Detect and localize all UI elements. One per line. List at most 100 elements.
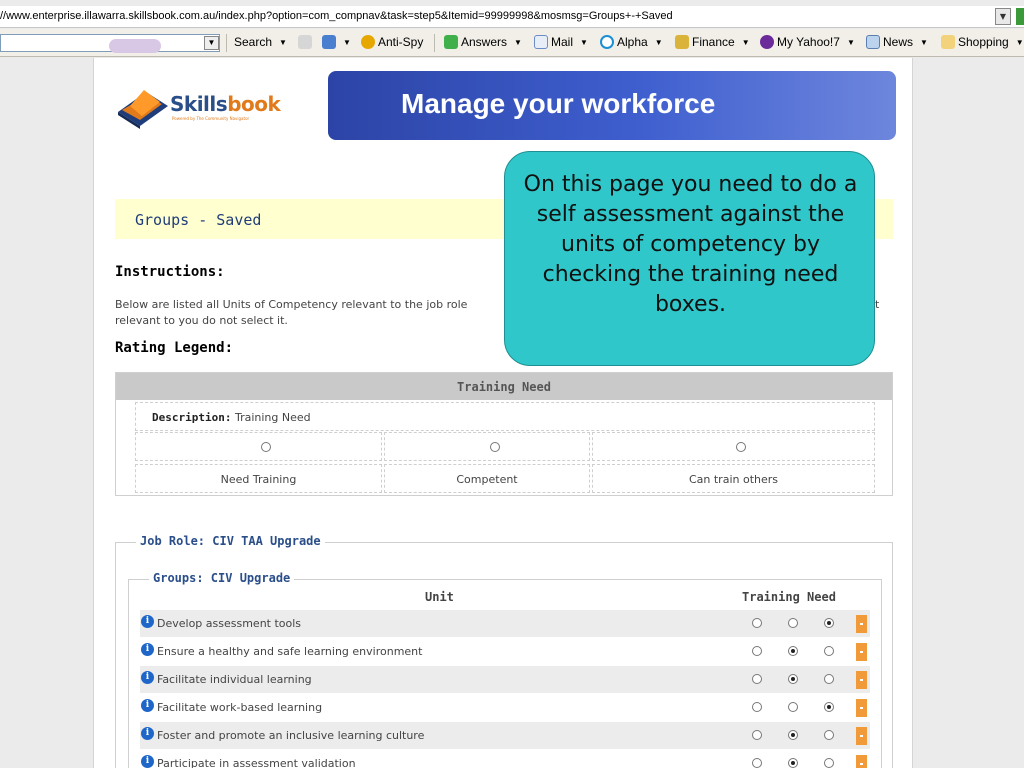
group-title: Groups: CIV Upgrade: [149, 571, 295, 585]
unit-row: i Participate in assessment validation: [140, 750, 870, 768]
yahoo-logo-icon: [109, 39, 161, 53]
address-dropdown-button[interactable]: ▼: [995, 8, 1011, 25]
legend-option-label: Need Training: [135, 464, 382, 493]
toolbar-window-button[interactable]: ▼: [322, 35, 351, 49]
unit-name: Ensure a healthy and safe learning envir…: [157, 645, 423, 658]
chevron-down-icon[interactable]: ▼: [514, 38, 522, 47]
expand-tab-button[interactable]: [856, 699, 867, 717]
shopping-bag-icon: [941, 35, 955, 49]
expand-tab-button[interactable]: [856, 615, 867, 633]
pencil-icon[interactable]: [298, 35, 312, 49]
toolbar-item-label: Anti-Spy: [378, 35, 424, 49]
info-icon[interactable]: i: [141, 699, 154, 712]
radio-can-train-others[interactable]: [824, 646, 834, 656]
toolbar-mail[interactable]: Mail ▼: [534, 35, 588, 49]
status-message: Groups - Saved: [135, 211, 262, 229]
answers-icon: [444, 35, 458, 49]
unit-row: i Ensure a healthy and safe learning envi…: [140, 638, 870, 665]
radio-need-training[interactable]: [752, 730, 762, 740]
radio-competent[interactable]: [788, 730, 798, 740]
legend-header: Training Need: [116, 373, 892, 400]
unit-name: Participate in assessment validation: [157, 757, 356, 768]
job-role-title: Job Role: CIV TAA Upgrade: [136, 534, 325, 548]
legend-header-label: Training Need: [457, 380, 551, 394]
toolbar-item-label: Alpha: [617, 35, 648, 49]
toolbar-news[interactable]: News ▼: [866, 35, 928, 49]
radio-can-train-others[interactable]: [824, 674, 834, 684]
radio-can-train-others[interactable]: [824, 702, 834, 712]
instructions-text-line1: Below are listed all Units of Competency…: [115, 298, 468, 311]
info-icon[interactable]: i: [141, 643, 154, 656]
unit-name: Develop assessment tools: [157, 617, 302, 630]
logo-wordmark: Skillsbook: [170, 92, 281, 116]
toolbar-search-button[interactable]: Search ▼: [234, 35, 287, 49]
news-icon: [866, 35, 880, 49]
chevron-down-icon[interactable]: ▼: [279, 38, 287, 47]
toolbar-alpha[interactable]: Alpha ▼: [600, 35, 663, 49]
radio-need-training[interactable]: [752, 702, 762, 712]
column-header-unit: Unit: [425, 590, 454, 604]
chevron-down-icon[interactable]: ▼: [742, 38, 750, 47]
toolbar-item-label: Shopping: [958, 35, 1009, 49]
go-button[interactable]: [1016, 8, 1024, 25]
legend-radio-need-training: [261, 442, 271, 452]
info-icon[interactable]: i: [141, 615, 154, 628]
radio-competent[interactable]: [788, 618, 798, 628]
expand-tab-button[interactable]: [856, 755, 867, 768]
chevron-down-icon[interactable]: ▼: [580, 38, 588, 47]
radio-can-train-others[interactable]: [824, 730, 834, 740]
address-bar[interactable]: //www.enterprise.illawarra.skillsbook.co…: [0, 6, 1024, 28]
legend-radio-cell: [592, 432, 875, 461]
rating-legend-heading: Rating Legend:: [115, 340, 234, 356]
legend-option-label: Can train others: [592, 464, 875, 493]
address-text[interactable]: //www.enterprise.illawarra.skillsbook.co…: [0, 10, 673, 22]
mail-icon: [534, 35, 548, 49]
toolbar-item-label: My Yahoo!7: [777, 35, 840, 49]
column-header-training-need: Training Need: [742, 590, 836, 604]
instruction-callout: On this page you need to do a self asses…: [504, 151, 875, 366]
radio-competent[interactable]: [788, 758, 798, 768]
toolbar-answers[interactable]: Answers ▼: [444, 35, 522, 49]
instructions-text-line2: relevant to you do not select it.: [115, 314, 288, 327]
radio-can-train-others[interactable]: [824, 618, 834, 628]
expand-tab-button[interactable]: [856, 643, 867, 661]
radio-need-training[interactable]: [752, 674, 762, 684]
alpha-icon: [600, 35, 614, 49]
toolbar-anti-spy[interactable]: Anti-Spy: [361, 35, 423, 49]
skillsbook-logo[interactable]: Skillsbook Powered by The Community Navi…: [116, 82, 281, 130]
legend-radio-cell: [135, 432, 382, 461]
legend-radio-competent: [490, 442, 500, 452]
chevron-down-icon[interactable]: ▼: [343, 38, 351, 47]
toolbar-shopping[interactable]: Shopping ▼: [941, 35, 1024, 49]
radio-need-training[interactable]: [752, 758, 762, 768]
expand-tab-button[interactable]: [856, 727, 867, 745]
toolbar-search-input[interactable]: ▼: [0, 34, 220, 53]
radio-need-training[interactable]: [752, 646, 762, 656]
book-logo-icon: [118, 90, 168, 129]
my-yahoo-icon: [760, 35, 774, 49]
instructions-heading: Instructions:: [115, 264, 225, 280]
toolbar-item-label: Mail: [551, 35, 574, 49]
radio-can-train-others[interactable]: [824, 758, 834, 768]
unit-name: Facilitate individual learning: [157, 673, 312, 686]
toolbar-finance[interactable]: Finance ▼: [675, 35, 750, 49]
radio-competent[interactable]: [788, 702, 798, 712]
chevron-down-icon[interactable]: ▼: [920, 38, 928, 47]
expand-tab-button[interactable]: [856, 671, 867, 689]
radio-need-training[interactable]: [752, 618, 762, 628]
callout-text: On this page you need to do a self asses…: [523, 172, 858, 317]
info-icon[interactable]: i: [141, 671, 154, 684]
radio-competent[interactable]: [788, 646, 798, 656]
toolbar-my-yahoo[interactable]: My Yahoo!7 ▼: [760, 35, 855, 49]
legend-option-label: Competent: [384, 464, 590, 493]
unit-name: Foster and promote an inclusive learning…: [157, 729, 425, 742]
info-icon[interactable]: i: [141, 727, 154, 740]
chevron-down-icon[interactable]: ▼: [655, 38, 663, 47]
anti-spy-icon: [361, 35, 375, 49]
chevron-down-icon[interactable]: ▼: [847, 38, 855, 47]
chevron-down-icon[interactable]: ▼: [1016, 38, 1024, 47]
yahoo-toolbar: ▼ Search ▼ ▼ Anti-Spy Answers ▼ Mail ▼ Alph…: [0, 29, 1024, 57]
info-icon[interactable]: i: [141, 755, 154, 768]
radio-competent[interactable]: [788, 674, 798, 684]
toolbar-search-dropdown[interactable]: ▼: [204, 36, 219, 50]
